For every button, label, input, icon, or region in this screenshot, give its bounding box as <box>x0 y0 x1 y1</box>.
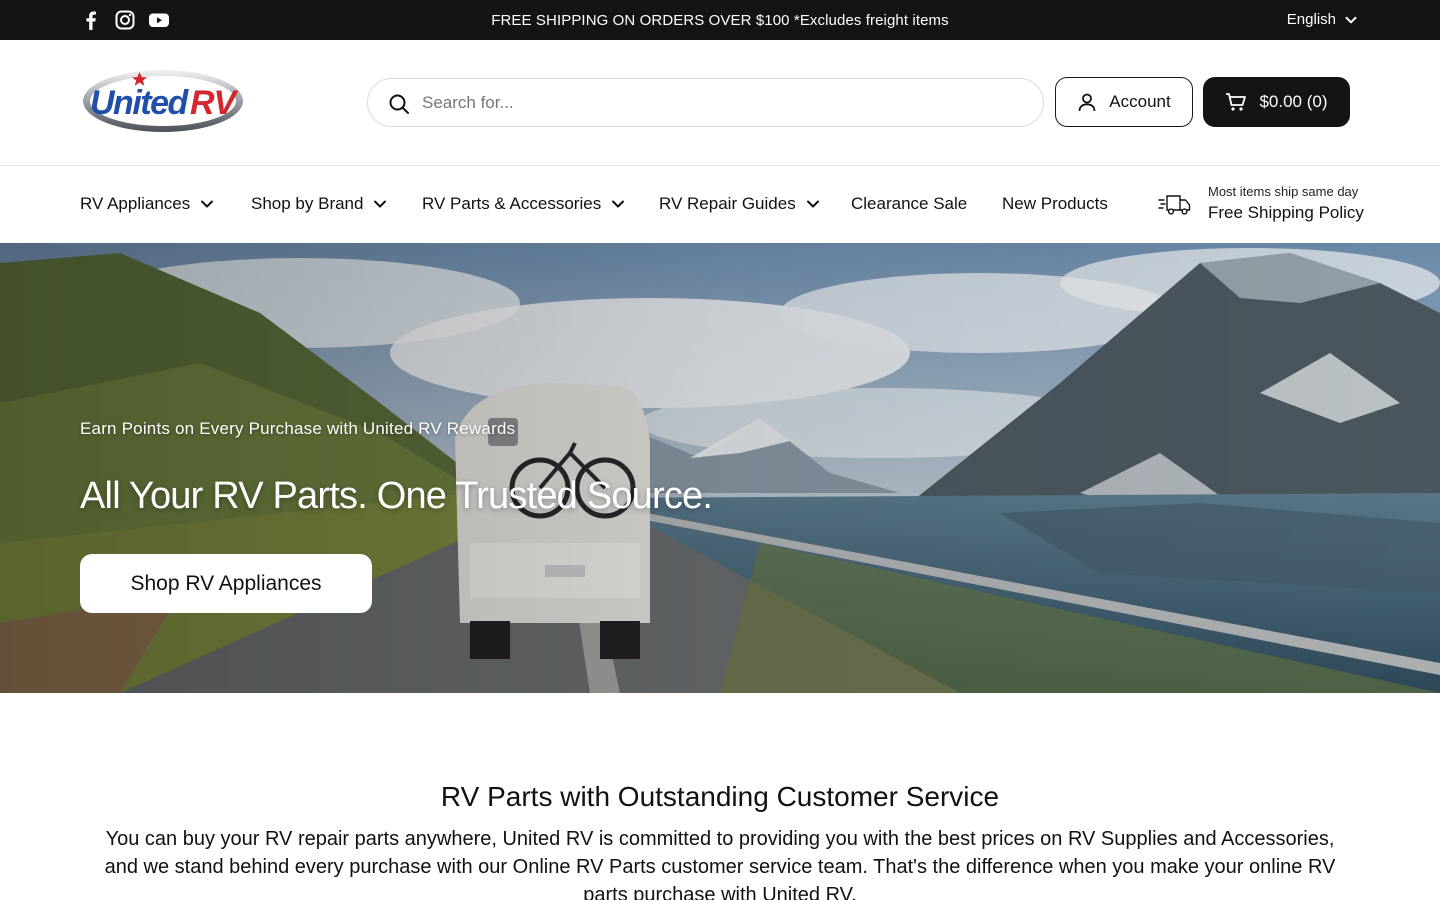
nav-item-rv-appliances[interactable]: RV Appliances <box>80 194 214 214</box>
search-icon[interactable] <box>388 93 410 115</box>
search-input[interactable] <box>422 89 1022 117</box>
hero-image <box>0 243 1440 693</box>
nav-item-label: Clearance Sale <box>851 194 968 213</box>
nav-item-rv-repair-guides[interactable]: RV Repair Guides <box>659 194 820 214</box>
nav-item-clearance-sale[interactable]: Clearance Sale <box>851 194 967 214</box>
hero-headline: All Your RV Parts. One Trusted Source. <box>80 475 713 517</box>
hero-eyebrow: Earn Points on Every Purchase with Unite… <box>80 419 516 438</box>
cart-icon <box>1226 93 1247 111</box>
nav-item-label: RV Repair Guides <box>659 194 796 213</box>
account-label: Account <box>1109 92 1171 111</box>
chevron-down-icon <box>612 200 625 208</box>
intro-body: You can buy your RV repair parts anywher… <box>104 828 1336 900</box>
nav-item-rv-parts-accessories[interactable]: RV Parts & Accessories <box>422 194 625 214</box>
user-icon <box>1078 93 1096 112</box>
nav-item-label: RV Appliances <box>80 194 191 213</box>
language-selector[interactable]: English <box>1287 11 1358 28</box>
announcement-text: FREE SHIPPING ON ORDERS OVER $100 *Exclu… <box>491 12 949 29</box>
language-label: English <box>1286 11 1336 28</box>
nav-item-label: RV Parts & Accessories <box>422 194 602 213</box>
chevron-down-icon <box>374 200 387 208</box>
nav-item-new-products[interactable]: New Products <box>1002 194 1108 214</box>
shop-rv-appliances-button[interactable]: Shop RV Appliances <box>80 554 372 613</box>
chevron-down-icon <box>201 200 214 208</box>
shipping-note: Most items ship same day <box>1208 184 1359 199</box>
cart-total: $0.00 (0) <box>1259 92 1328 111</box>
search-bar[interactable] <box>367 78 1044 127</box>
announcement-bar: FREE SHIPPING ON ORDERS OVER $100 *Exclu… <box>0 0 1440 40</box>
shipping-promo[interactable]: Most items ship same day Free Shipping P… <box>1158 184 1364 223</box>
site-header: United RV Account $0.00 (0) <box>0 40 1440 166</box>
nav-item-shop-by-brand[interactable]: Shop by Brand <box>251 194 387 214</box>
svg-text:United: United <box>90 84 190 122</box>
nav-item-label: New Products <box>1002 194 1108 213</box>
svg-text:RV: RV <box>190 84 240 122</box>
hero-banner: Earn Points on Every Purchase with Unite… <box>0 243 1440 693</box>
intro-heading: RV Parts with Outstanding Customer Servi… <box>440 781 1000 812</box>
main-navigation: RV Appliances Shop by Brand RV Parts & A… <box>0 166 1440 243</box>
nav-item-label: Shop by Brand <box>251 194 364 213</box>
delivery-truck-icon <box>1158 194 1191 215</box>
chevron-down-icon <box>1345 16 1357 23</box>
shipping-policy-link[interactable]: Free Shipping Policy <box>1208 203 1364 223</box>
chevron-down-icon <box>806 200 819 208</box>
cart-button[interactable]: $0.00 (0) <box>1203 77 1350 127</box>
account-button[interactable]: Account <box>1055 77 1193 127</box>
logo[interactable]: United RV <box>82 68 244 134</box>
